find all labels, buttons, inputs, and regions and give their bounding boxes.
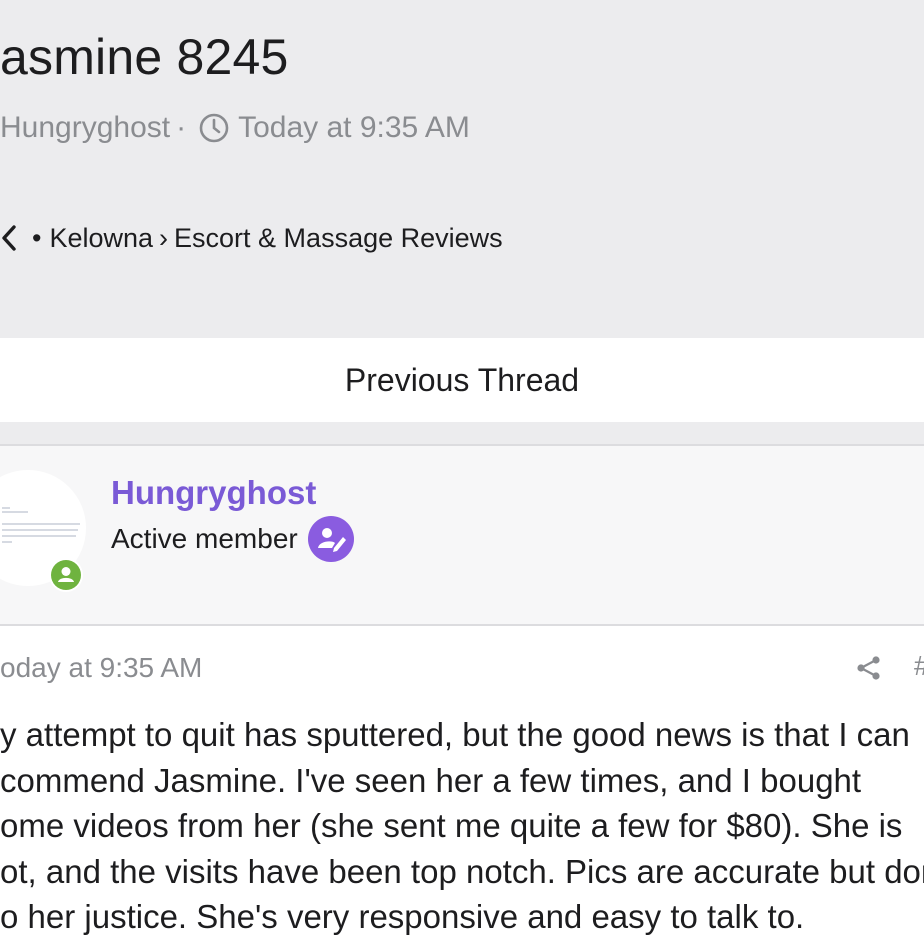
post-body-line: ot, and the visits have been top notch. … <box>0 852 924 890</box>
post-body-line: o her justice. She's very responsive and… <box>0 898 805 935</box>
online-status <box>49 558 83 592</box>
post-username[interactable]: Hungryghost <box>111 474 316 512</box>
section-divider <box>0 422 924 446</box>
user-online-icon <box>51 560 81 590</box>
post-body-line: y attempt to quit has sputtered, but the… <box>0 716 910 753</box>
thread-author-link[interactable]: Hungryghost <box>0 111 170 145</box>
post-number-link[interactable]: # <box>914 650 924 682</box>
member-role-row: Active member <box>111 516 354 562</box>
thread-title: asmine 8245 <box>0 29 289 85</box>
meta-separator: · <box>176 111 187 144</box>
post-body: y attempt to quit has sputtered, but the… <box>0 712 924 940</box>
breadcrumb-bullet: • <box>32 222 42 253</box>
member-role: Active member <box>111 523 298 554</box>
post-date[interactable]: oday at 9:35 AM <box>0 652 202 684</box>
thread-timestamp: Today at 9:35 AM <box>238 111 470 144</box>
thread-meta: Hungryghost · Today at 9:35 AM <box>0 110 470 146</box>
share-icon[interactable] <box>855 654 883 682</box>
breadcrumb-item-kelowna[interactable]: Kelowna <box>49 223 153 254</box>
back-chevron-icon[interactable] <box>0 223 18 253</box>
avatar-image <box>2 507 80 543</box>
breadcrumb-separator: › <box>159 222 169 253</box>
thread-header: asmine 8245 Hungryghost · Today at 9:35 … <box>0 0 924 338</box>
member-badge-icon <box>307 516 354 562</box>
post-body-line: ome videos from her (she sent me quite a… <box>0 807 903 844</box>
clock-icon <box>199 113 229 143</box>
previous-thread-button[interactable]: Previous Thread <box>0 338 924 422</box>
breadcrumb-item-escort-massage-reviews[interactable]: Escort & Massage Reviews <box>174 223 503 254</box>
previous-thread-label: Previous Thread <box>344 361 580 398</box>
post-author-card: Hungryghost Active member <box>0 446 924 626</box>
breadcrumb: • Kelowna › Escort & Massage Reviews <box>0 220 503 256</box>
post-body-line: commend Jasmine. I've seen her a few tim… <box>0 761 862 799</box>
